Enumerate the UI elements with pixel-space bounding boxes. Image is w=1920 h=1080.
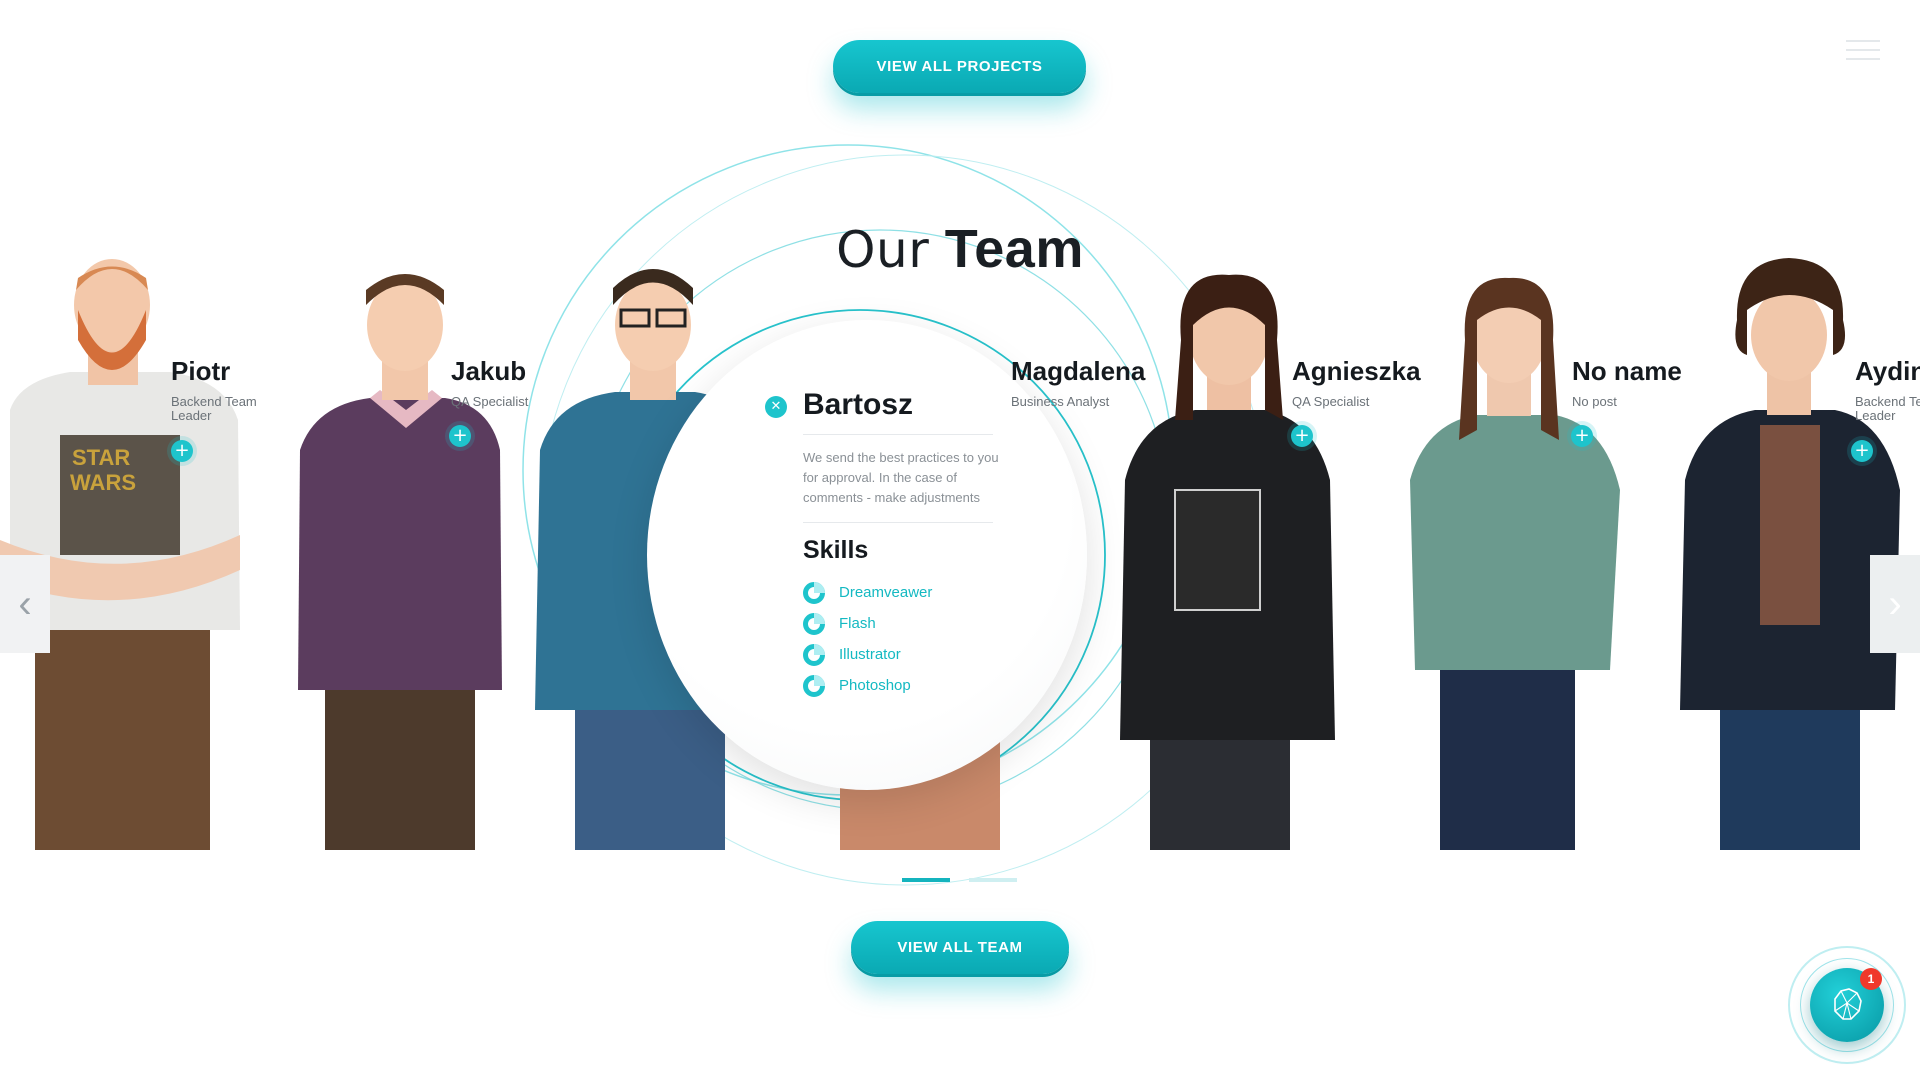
- member-name: Jakub: [451, 356, 527, 386]
- skill-label: Photoshop: [839, 677, 911, 694]
- title-light: Our: [836, 221, 930, 279]
- member-role: No post: [1572, 394, 1617, 409]
- pager-dot-2[interactable]: [969, 878, 1017, 882]
- member-role: QA Specialist: [1292, 394, 1370, 409]
- slider-next-button[interactable]: ›: [1870, 555, 1920, 653]
- member-name: No name: [1572, 356, 1682, 386]
- notification-badge: 1: [1860, 968, 1882, 990]
- divider: [803, 434, 993, 435]
- expand-plus-icon[interactable]: +: [1291, 425, 1313, 447]
- member-role: Backend Team Leader: [1855, 394, 1920, 423]
- person-photo: STAR WARS: [0, 259, 240, 850]
- team-member-piotr[interactable]: STAR WARS Piotr Backend Team Leader +: [0, 250, 257, 850]
- chat-widget-button[interactable]: [1788, 946, 1906, 1064]
- skill-chart-icon: [803, 612, 825, 635]
- chevron-left-icon: ‹: [18, 581, 32, 626]
- team-member-aydin[interactable]: Aydin Backend Team Leader +: [1675, 250, 1920, 850]
- person-photo: [1120, 274, 1335, 850]
- skill-item[interactable]: Illustrator: [803, 639, 932, 670]
- person-photo: [1680, 258, 1900, 850]
- detail-member-name: Bartosz: [803, 388, 914, 421]
- expand-plus-icon[interactable]: +: [171, 440, 193, 462]
- skill-item[interactable]: Photoshop: [803, 670, 932, 701]
- skill-label: Illustrator: [839, 646, 901, 663]
- title-bold: Team: [944, 219, 1084, 279]
- svg-text:STAR: STAR: [72, 445, 130, 470]
- expand-plus-icon[interactable]: +: [1851, 440, 1873, 462]
- expand-plus-icon[interactable]: +: [1571, 425, 1593, 447]
- member-role: Backend Team Leader: [171, 394, 257, 423]
- pager-dot-1[interactable]: [902, 878, 950, 882]
- skill-chart-icon: [803, 643, 825, 666]
- skill-item[interactable]: Dreamveawer: [803, 577, 932, 608]
- skill-label: Dreamveawer: [839, 584, 933, 601]
- member-name: Aydin: [1855, 356, 1920, 386]
- chevron-right-icon: ›: [1888, 581, 1902, 626]
- team-member-jakub[interactable]: Jakub QA Specialist +: [280, 250, 530, 850]
- skills-heading: Skills: [803, 536, 869, 564]
- skill-chart-icon: [803, 581, 825, 604]
- person-photo: [298, 274, 502, 850]
- team-member-agnieszka[interactable]: Agnieszka QA Specialist +: [1115, 250, 1421, 850]
- divider: [803, 522, 993, 523]
- person-photo: [1410, 277, 1620, 850]
- slider-prev-button[interactable]: ‹: [0, 555, 50, 653]
- expand-plus-icon[interactable]: +: [449, 425, 471, 447]
- close-icon[interactable]: ✕: [765, 396, 787, 418]
- svg-text:WARS: WARS: [70, 470, 136, 495]
- skill-item[interactable]: Flash: [803, 608, 932, 639]
- team-member-no-name[interactable]: No name No post +: [1395, 250, 1682, 850]
- view-all-team-button[interactable]: VIEW ALL TEAM: [851, 921, 1069, 974]
- skill-label: Flash: [839, 615, 876, 632]
- detail-description: We send the best practices to you for ap…: [803, 450, 999, 505]
- skill-chart-icon: [803, 674, 825, 697]
- skills-list: Dreamveawer Flash Illustrator Photoshop: [803, 577, 932, 701]
- member-name: Piotr: [171, 356, 231, 386]
